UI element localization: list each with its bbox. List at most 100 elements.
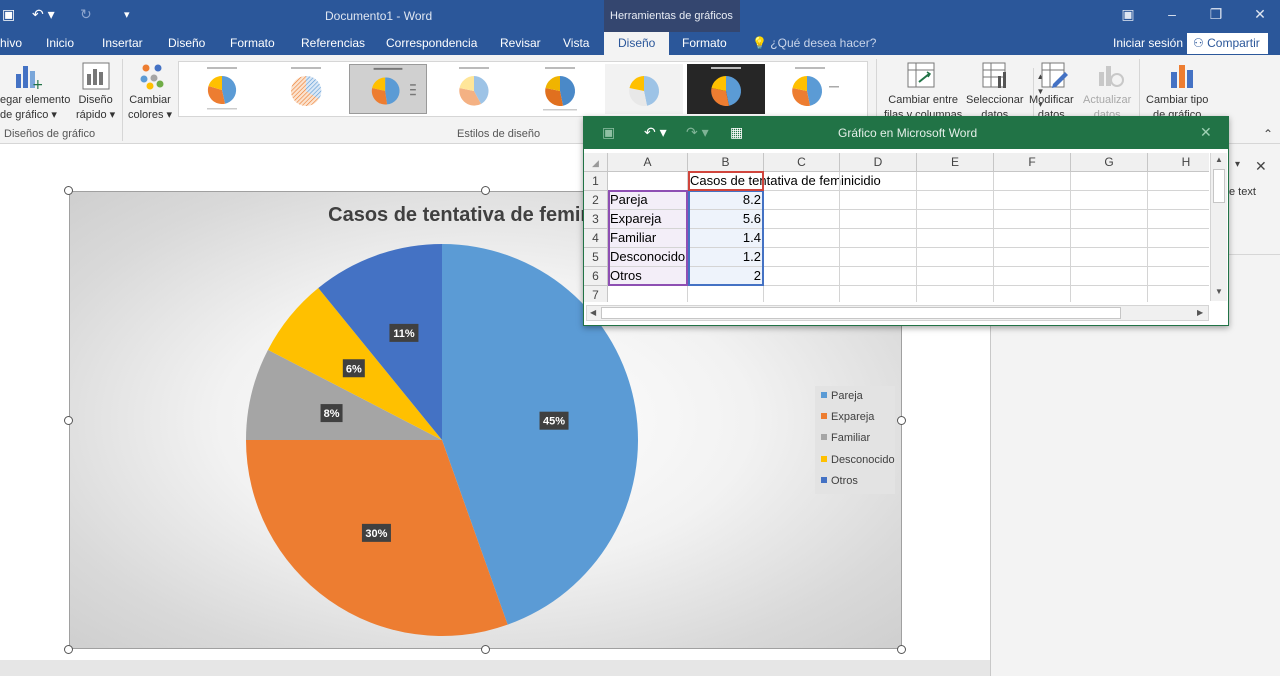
tab-file[interactable]: hivo <box>0 36 22 50</box>
cell-empty[interactable] <box>994 248 1071 267</box>
horizontal-scrollbar[interactable]: ◀ ▶ <box>586 305 1209 321</box>
vertical-scrollbar[interactable]: ▲ ▼ <box>1210 153 1227 301</box>
cell-empty[interactable] <box>917 267 994 286</box>
cell-a[interactable]: Otros <box>608 267 688 286</box>
close-icon[interactable]: ✕ <box>1250 6 1270 23</box>
cell-empty[interactable] <box>1148 286 1209 302</box>
cell-empty[interactable] <box>840 267 917 286</box>
tab-view[interactable]: Vista <box>563 36 589 50</box>
cell-empty[interactable] <box>917 172 994 191</box>
cell-empty[interactable] <box>1071 229 1148 248</box>
cell-a[interactable]: Desconocido <box>608 248 688 267</box>
scroll-thumb[interactable] <box>601 307 1121 319</box>
scroll-right-icon[interactable]: ▶ <box>1197 308 1203 317</box>
resize-handle-bottom[interactable] <box>481 645 490 654</box>
cell-empty[interactable] <box>994 210 1071 229</box>
cell-empty[interactable] <box>840 229 917 248</box>
scroll-left-icon[interactable]: ◀ <box>590 308 596 317</box>
excel-close-icon[interactable]: ✕ <box>1200 124 1212 141</box>
cell-b[interactable]: 8.2 <box>688 191 764 210</box>
scroll-up-icon[interactable]: ▲ <box>1215 155 1223 164</box>
cell-empty[interactable] <box>764 229 840 248</box>
cell-empty[interactable] <box>1071 286 1148 302</box>
row-header[interactable]: 6 <box>584 267 608 286</box>
tab-home[interactable]: Inicio <box>46 36 74 50</box>
column-header[interactable]: F <box>994 153 1071 172</box>
cell-empty[interactable] <box>840 286 917 302</box>
resize-handle-bottom-left[interactable] <box>64 645 73 654</box>
tab-references[interactable]: Referencias <box>301 36 365 50</box>
cell-empty[interactable] <box>1148 248 1209 267</box>
chart-style-8[interactable] <box>771 64 849 114</box>
column-header[interactable]: G <box>1071 153 1148 172</box>
ribbon-display-options-icon[interactable]: ▣ <box>1118 6 1138 23</box>
chart-style-5[interactable] <box>521 64 599 114</box>
cell-b[interactable]: 1.2 <box>688 248 764 267</box>
cell-empty[interactable] <box>917 229 994 248</box>
cell-empty[interactable] <box>764 267 840 286</box>
cell-empty[interactable] <box>1071 191 1148 210</box>
cell-empty[interactable] <box>917 248 994 267</box>
cell-empty[interactable] <box>764 286 840 302</box>
chart-style-3-selected[interactable] <box>349 64 427 114</box>
cell-empty[interactable] <box>994 172 1071 191</box>
resize-handle-right[interactable] <box>897 416 906 425</box>
quick-layout-button[interactable]: Diseño rápido ▾ <box>76 93 115 123</box>
cell-a[interactable] <box>608 172 688 191</box>
cell-empty[interactable] <box>764 248 840 267</box>
cell-empty[interactable] <box>1071 210 1148 229</box>
collapse-ribbon-icon[interactable]: ⌃ <box>1263 127 1273 141</box>
undo-icon[interactable]: ↶ ▾ <box>32 6 55 23</box>
share-button[interactable]: ⚇ Compartir <box>1187 33 1268 54</box>
tab-mailings[interactable]: Correspondencia <box>386 36 477 50</box>
resize-handle-left[interactable] <box>64 416 73 425</box>
restore-icon[interactable]: ❐ <box>1206 6 1226 23</box>
scroll-thumb[interactable] <box>1213 169 1225 203</box>
chart-style-4[interactable] <box>435 64 513 114</box>
cell-empty[interactable] <box>994 286 1071 302</box>
add-chart-element-button[interactable]: egar elemento de gráfico ▾ <box>0 93 70 123</box>
cell-empty[interactable] <box>994 267 1071 286</box>
cell-b[interactable]: 5.6 <box>688 210 764 229</box>
pane-close-icon[interactable]: ✕ <box>1255 158 1267 175</box>
data-label-desconocido[interactable]: 6% <box>342 359 365 378</box>
cell-empty[interactable] <box>1148 267 1209 286</box>
cell-empty[interactable] <box>840 248 917 267</box>
save-icon[interactable]: ▣ <box>2 6 15 23</box>
data-label-pareja[interactable]: 45% <box>539 411 569 430</box>
edit-in-excel-icon[interactable]: ▦ <box>730 124 743 141</box>
row-header[interactable]: 4 <box>584 229 608 248</box>
column-header[interactable]: E <box>917 153 994 172</box>
cell-a[interactable]: Expareja <box>608 210 688 229</box>
row-header[interactable]: 3 <box>584 210 608 229</box>
customize-qat-icon[interactable]: ▾ <box>124 8 130 21</box>
tab-format[interactable]: Formato <box>230 36 275 50</box>
chart-style-6[interactable] <box>605 64 683 114</box>
resize-handle-top-left[interactable] <box>64 186 73 195</box>
cell-b[interactable] <box>688 286 764 302</box>
cell-empty[interactable] <box>840 172 917 191</box>
select-all-corner[interactable]: ◢ <box>584 153 608 172</box>
cell-a[interactable] <box>608 286 688 302</box>
tell-me-search[interactable]: 💡 ¿Qué desea hacer? <box>752 36 876 50</box>
change-colors-button[interactable]: Cambiar colores ▾ <box>128 93 172 123</box>
cell-b[interactable]: 2 <box>688 267 764 286</box>
cell-empty[interactable] <box>994 191 1071 210</box>
tab-review[interactable]: Revisar <box>500 36 541 50</box>
cell-empty[interactable] <box>917 191 994 210</box>
cell-a[interactable]: Familiar <box>608 229 688 248</box>
resize-handle-top[interactable] <box>481 186 490 195</box>
cell-empty[interactable] <box>840 210 917 229</box>
data-label-expareja[interactable]: 30% <box>361 523 391 542</box>
cell-a[interactable]: Pareja <box>608 191 688 210</box>
cell-empty[interactable] <box>1071 248 1148 267</box>
cell-empty[interactable] <box>764 191 840 210</box>
chart-style-7[interactable] <box>687 64 765 114</box>
resize-handle-bottom-right[interactable] <box>897 645 906 654</box>
pane-options-icon[interactable]: ▾ <box>1235 159 1240 170</box>
cell-empty[interactable] <box>1148 229 1209 248</box>
sign-in-link[interactable]: Iniciar sesión <box>1113 36 1183 50</box>
cell-empty[interactable] <box>994 229 1071 248</box>
tab-chart-design[interactable]: Diseño <box>604 32 670 55</box>
cell-b[interactable]: 1.4 <box>688 229 764 248</box>
